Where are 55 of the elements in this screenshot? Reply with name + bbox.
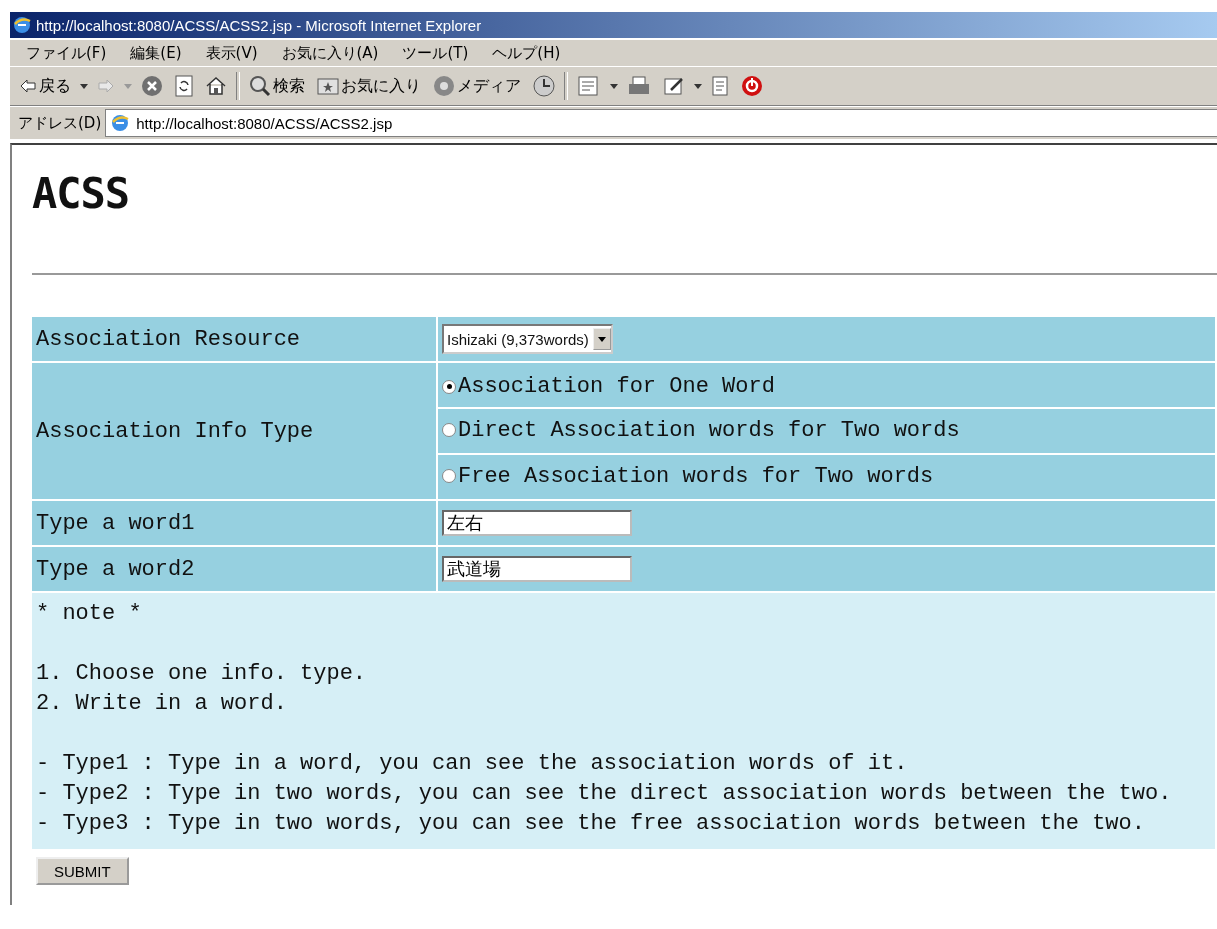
document-icon — [711, 76, 729, 96]
radio-button[interactable] — [442, 423, 456, 438]
address-field[interactable]: http://localhost:8080/ACSS/ACSS2.jsp — [105, 109, 1217, 137]
back-arrow-icon — [19, 78, 37, 94]
toolbar-button[interactable]: 戻る — [16, 73, 74, 99]
radio-button[interactable] — [442, 469, 456, 484]
edit-icon — [663, 76, 685, 96]
dropdown-arrow-icon[interactable] — [694, 81, 702, 91]
browser-icon — [12, 15, 32, 35]
print-icon — [627, 76, 651, 96]
window-title: http://localhost:8080/ACSS/ACSS2.jsp - Microsoft Internet Explorer — [36, 16, 482, 34]
menu-item[interactable]: ファイル(F) — [10, 43, 115, 63]
dropdown-arrow-icon[interactable] — [610, 81, 618, 91]
clock-button[interactable] — [530, 73, 558, 99]
menu-item[interactable]: 編集(E) — [114, 43, 190, 63]
note-step: 1. Choose one info. type. — [36, 659, 1211, 689]
refresh-button[interactable] — [172, 73, 196, 99]
menu-item[interactable]: お気に入り(A) — [265, 43, 387, 63]
field-label: Type a word2 — [36, 556, 195, 582]
home-icon — [205, 76, 227, 96]
toolbar-button[interactable]: 検索 — [246, 73, 308, 99]
field-label: Association Resource — [36, 326, 301, 352]
radio-label: Association for One Word — [458, 374, 775, 399]
note-title: * note * — [36, 600, 143, 628]
clock-icon — [533, 75, 555, 97]
radio-label: Direct Association words for Two words — [458, 417, 960, 443]
note-type-description: - Type2 : Type in two words, you can see the direct association words between the two. — [36, 780, 1173, 808]
stop-icon — [141, 75, 163, 97]
menu-item[interactable]: ツール(T) — [386, 43, 477, 63]
refresh-icon — [175, 75, 193, 97]
media-disc-icon — [433, 75, 455, 97]
word-input-field[interactable]: 左右 — [442, 510, 632, 536]
submit-button[interactable]: SUBMIT — [36, 857, 129, 885]
power-icon — [741, 75, 763, 97]
radio-label: Free Association words for Two words — [458, 463, 934, 489]
star-folder-icon — [317, 77, 339, 95]
word-input-field[interactable]: 武道場 — [442, 556, 632, 582]
toolbar-button[interactable]: メディア — [430, 73, 524, 99]
radio-button[interactable] — [442, 379, 456, 394]
menu-item[interactable]: ヘルプ(H) — [476, 43, 569, 63]
note-type-description: - Type1 : Type in a word, you can see the association words of it. — [36, 750, 909, 778]
caret-icon — [597, 336, 606, 342]
page-heading: ACSS — [32, 168, 131, 220]
field-label: Association Info Type — [36, 418, 314, 444]
forward-arrow-icon — [97, 78, 115, 94]
search-icon — [249, 75, 271, 97]
menu-item[interactable]: 表示(V) — [189, 43, 266, 63]
dropdown-arrow-icon[interactable] — [80, 81, 88, 91]
page-icon — [110, 113, 131, 133]
address-label: アドレス(D) — [18, 113, 102, 133]
note-step: 2. Write in a word. — [36, 689, 1211, 719]
field-label: Type a word1 — [36, 510, 195, 536]
note-type-description: - Type3 : Type in two words, you can see the free association words between the two. — [36, 810, 1146, 838]
toolbar-button[interactable]: お気に入り — [314, 73, 424, 99]
resource-dropdown[interactable]: Ishizaki (9,373words) — [442, 324, 613, 354]
